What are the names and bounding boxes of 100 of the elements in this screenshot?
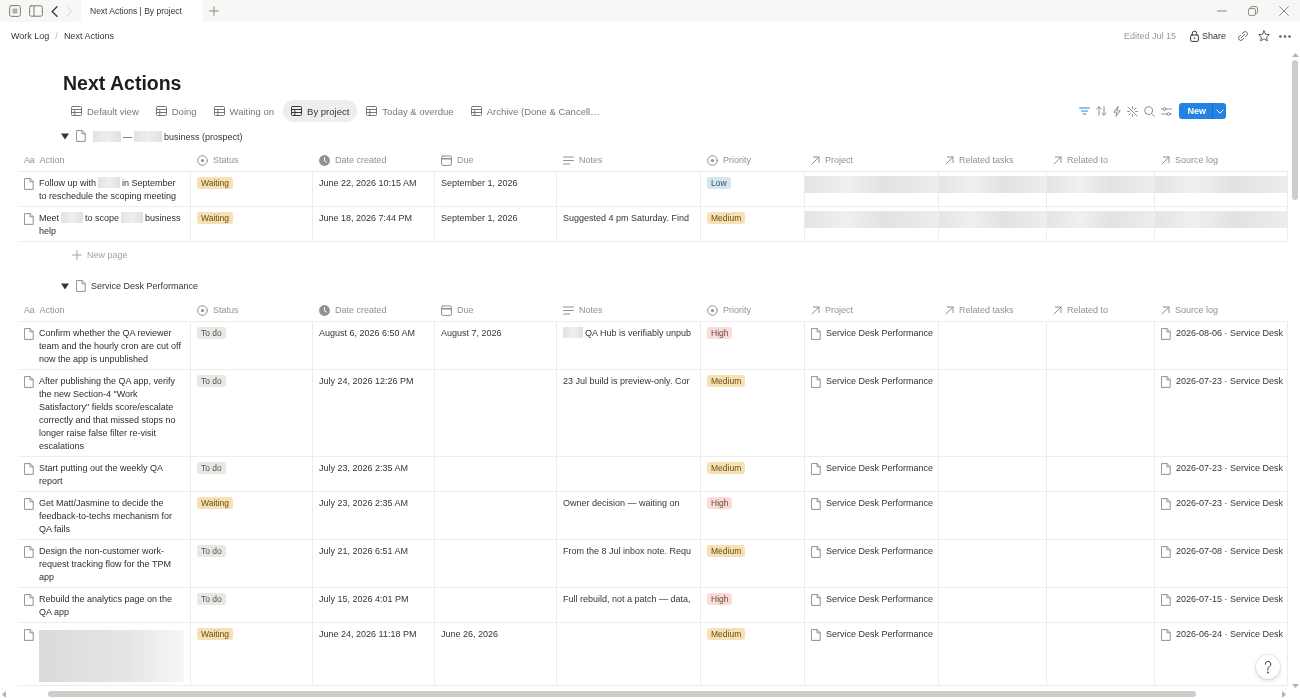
action-title[interactable]: Rebuild the analytics page on the QA app bbox=[39, 593, 184, 619]
new-menu-button[interactable] bbox=[1212, 103, 1226, 119]
close-icon[interactable] bbox=[1279, 6, 1289, 16]
table-icon bbox=[71, 106, 82, 116]
disclosure-triangle-icon[interactable] bbox=[61, 132, 69, 140]
project-link[interactable]: Service Desk Performance bbox=[826, 375, 934, 388]
project-link[interactable]: Service Desk Performance bbox=[826, 327, 934, 340]
page-icon bbox=[76, 130, 86, 142]
more-icon[interactable] bbox=[1279, 34, 1291, 38]
page-icon bbox=[811, 498, 821, 510]
source-log-link[interactable]: 2026-07-23 · Service Desk bbox=[1176, 375, 1284, 388]
status-tag: To do bbox=[197, 462, 226, 474]
app-icon[interactable] bbox=[9, 5, 21, 17]
source-log-link[interactable]: 2026-07-23 · Service Desk bbox=[1176, 497, 1284, 510]
plus-icon[interactable] bbox=[209, 6, 219, 16]
action-title[interactable]: Follow up with in September to reschedule the scoping meeting bbox=[39, 177, 184, 203]
source-log-link[interactable]: 2026-08-06 · Service Desk bbox=[1176, 327, 1284, 340]
view-tab[interactable]: Doing bbox=[147, 100, 205, 122]
priority-tag: Medium bbox=[707, 212, 746, 224]
page-icon bbox=[811, 546, 821, 558]
question-mark-icon bbox=[1263, 660, 1273, 674]
arrow-up-right-icon bbox=[811, 305, 820, 315]
due-date: September 1, 2026 bbox=[441, 178, 518, 188]
project-link[interactable]: Service Desk Performance bbox=[826, 628, 934, 641]
circle-dot-icon bbox=[707, 304, 718, 316]
sparkle-slash-icon[interactable] bbox=[1127, 105, 1139, 117]
arrow-up-right-icon bbox=[811, 155, 820, 165]
group-title[interactable]: — business (prospect) bbox=[91, 130, 243, 142]
share-button[interactable]: Share bbox=[1187, 29, 1228, 43]
help-button[interactable] bbox=[1256, 655, 1280, 679]
action-title[interactable]: Meet to scope business help bbox=[39, 212, 184, 238]
browser-tab[interactable]: Next Actions | By project bbox=[81, 0, 203, 22]
sidebar-icon[interactable] bbox=[29, 5, 43, 17]
breadcrumb-link[interactable]: Next Actions bbox=[63, 31, 114, 41]
page-icon bbox=[24, 213, 34, 225]
restore-icon[interactable] bbox=[1248, 6, 1258, 16]
created-date: June 18, 2026 7:44 PM bbox=[319, 213, 413, 223]
table-icon bbox=[470, 106, 482, 116]
sliders-icon[interactable] bbox=[1161, 106, 1173, 116]
star-icon[interactable] bbox=[1258, 30, 1270, 42]
arrow-up-right-icon bbox=[1053, 155, 1062, 165]
scroll-left-icon[interactable] bbox=[2, 690, 6, 698]
notes-text: From the 8 Jul inbox note. Requ bbox=[563, 546, 692, 556]
group-title[interactable]: Service Desk Performance bbox=[91, 281, 199, 291]
source-log-link[interactable]: 2026-07-08 · Service Desk bbox=[1176, 545, 1284, 558]
new-button[interactable]: New bbox=[1179, 103, 1212, 119]
source-log-link[interactable]: 2026-07-15 · Service Desk bbox=[1176, 593, 1284, 606]
page-icon bbox=[1161, 463, 1171, 475]
priority-tag: Medium bbox=[707, 545, 746, 557]
view-tab[interactable]: Today & overdue bbox=[358, 100, 462, 122]
action-title[interactable]: Confirm whether the QA reviewer team and the hourly cron are cut off now the app is unpublished bbox=[39, 327, 184, 366]
status-tag: Waiting bbox=[197, 177, 234, 189]
view-tab[interactable]: By project bbox=[283, 100, 358, 122]
action-title[interactable]: Get Matt/Jasmine to decide the feedback-to-techs mechanism for QA fails bbox=[39, 497, 184, 536]
scroll-down-icon[interactable] bbox=[1291, 684, 1299, 688]
filter-icon[interactable] bbox=[1079, 107, 1091, 115]
disclosure-triangle-icon[interactable] bbox=[61, 282, 69, 290]
scroll-right-icon[interactable] bbox=[1282, 690, 1286, 698]
action-title[interactable]: Design the non-customer work-request tracking flow for the TPM app bbox=[39, 545, 184, 584]
notes-text: QA Hub is verifiably unpub bbox=[563, 328, 692, 338]
link-icon[interactable] bbox=[1237, 30, 1249, 42]
project-link[interactable]: Service Desk Performance bbox=[826, 497, 934, 510]
chevron-left-icon[interactable] bbox=[51, 5, 58, 17]
created-date: July 24, 2026 12:26 PM bbox=[319, 376, 414, 386]
project-link[interactable]: Service Desk Performance bbox=[826, 545, 934, 558]
circle-dot-icon bbox=[197, 154, 208, 166]
scrollbar-thumb[interactable] bbox=[48, 691, 1196, 697]
priority-tag: Medium bbox=[707, 462, 746, 474]
priority-tag: Medium bbox=[707, 628, 746, 640]
created-date: June 24, 2026 11:18 PM bbox=[319, 629, 417, 639]
breadcrumb-separator: / bbox=[55, 31, 58, 41]
page-icon bbox=[1161, 546, 1171, 558]
project-link[interactable]: Service Desk Performance bbox=[826, 462, 934, 475]
view-tab[interactable]: Archive (Done & Cancell… bbox=[462, 100, 608, 122]
source-log-link[interactable]: 2026-06-24 · Service Desk bbox=[1176, 628, 1284, 641]
view-tab[interactable]: Waiting on bbox=[205, 100, 283, 122]
breadcrumb-link[interactable]: Work Log bbox=[11, 31, 50, 41]
due-date: September 1, 2026 bbox=[441, 213, 518, 223]
project-link[interactable]: Service Desk Performance bbox=[826, 593, 934, 606]
created-date: July 23, 2026 2:35 AM bbox=[319, 463, 409, 473]
source-log-link[interactable]: 2026-07-23 · Service Desk bbox=[1176, 462, 1284, 475]
arrow-up-right-icon bbox=[1161, 305, 1170, 315]
lines-icon bbox=[563, 305, 574, 315]
scroll-up-icon[interactable] bbox=[1291, 53, 1299, 57]
due-date: August 7, 2026 bbox=[441, 328, 502, 338]
sort-icon[interactable] bbox=[1096, 106, 1108, 116]
action-title[interactable]: After publishing the QA app, verify the new Section-4 "Work Satisfactory" fields score/escalate correctly and that missed stops no longer raise false filter re-visit escalations bbox=[39, 375, 184, 453]
page-icon bbox=[24, 178, 34, 190]
page-icon bbox=[24, 546, 34, 558]
view-tab[interactable]: Default view bbox=[63, 100, 147, 122]
status-tag: To do bbox=[197, 593, 226, 605]
action-title[interactable]: Start putting out the weekly QA report bbox=[39, 462, 184, 488]
page-icon bbox=[24, 376, 34, 388]
page-icon bbox=[24, 594, 34, 606]
page-icon bbox=[811, 328, 821, 340]
search-icon[interactable] bbox=[1144, 105, 1156, 117]
scrollbar-thumb[interactable] bbox=[1292, 60, 1298, 200]
arrow-up-right-icon bbox=[1161, 155, 1170, 165]
lightning-icon[interactable] bbox=[1113, 105, 1122, 117]
status-tag: To do bbox=[197, 375, 226, 387]
